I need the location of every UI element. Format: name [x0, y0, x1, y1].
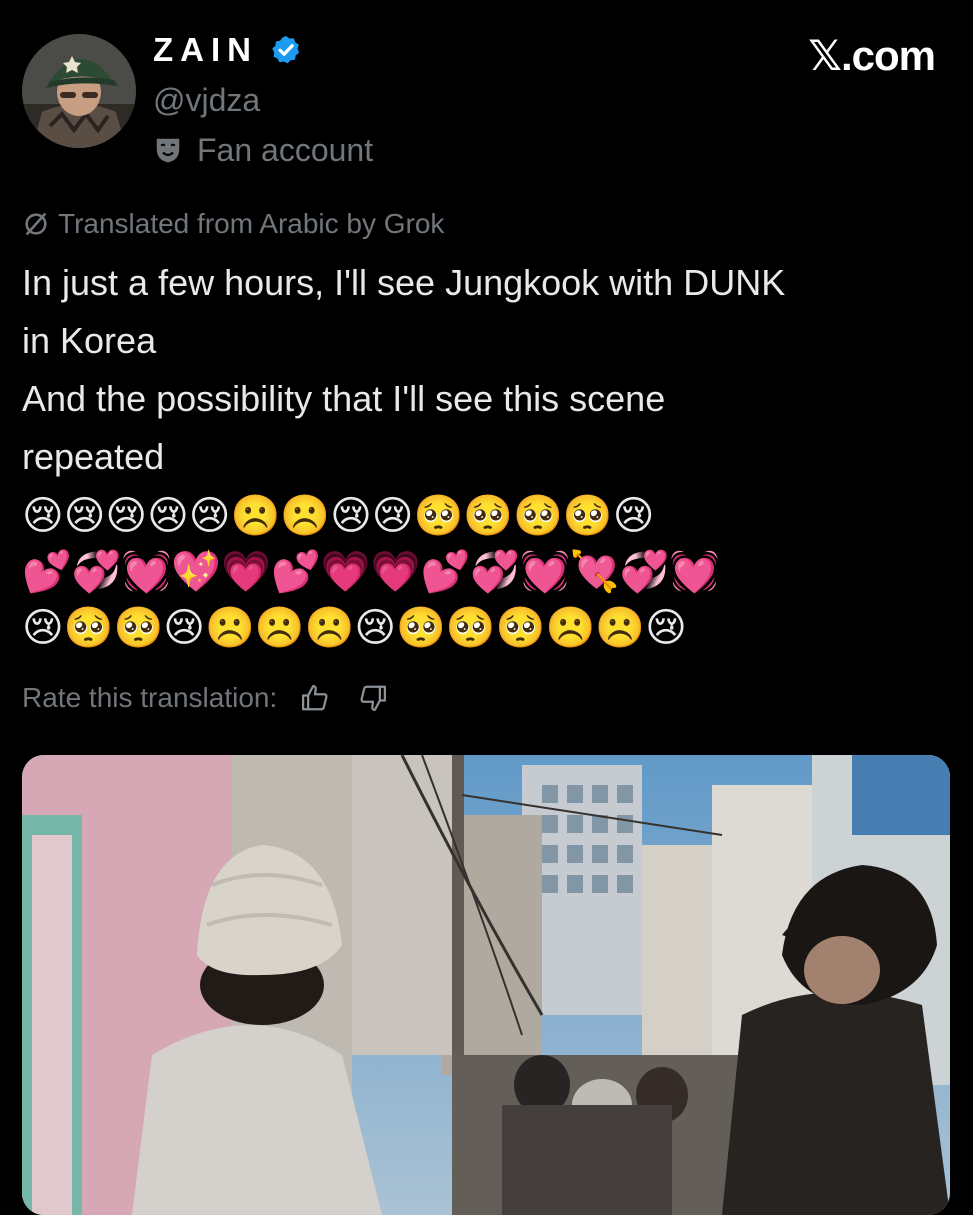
- thumbs-up-icon: [302, 685, 328, 711]
- display-name[interactable]: ZAIN: [153, 30, 258, 70]
- x-brand-logo: 𝕏.com: [808, 32, 936, 79]
- emoji-row: 💕💞💓💖💗💕💗💗💕💞💓💘💞💓: [22, 549, 720, 595]
- avatar[interactable]: [22, 34, 136, 148]
- rate-translation-label: Rate this translation:: [22, 682, 278, 713]
- thumbs-up-button[interactable]: [295, 678, 335, 718]
- tweet-text: In just a few hours, I'll see Jungkook w…: [22, 254, 952, 486]
- slashed-circle-icon: [25, 212, 47, 236]
- affiliation-label: Fan account: [197, 132, 374, 168]
- thumbs-down-button[interactable]: [353, 678, 393, 718]
- emoji-row: 😢😢😢😢😢☹️☹️😢😢🥺🥺🥺🥺😢: [22, 493, 655, 539]
- affiliation-label-row: Fan account: [153, 130, 373, 170]
- translation-note: Translated from Arabic by Grok: [22, 205, 444, 243]
- avatar-photo: [22, 34, 136, 148]
- tweet-media-video[interactable]: [22, 755, 950, 1215]
- rate-translation-row: Rate this translation:: [22, 678, 393, 718]
- translation-note-text: Translated from Arabic by Grok: [58, 208, 445, 239]
- verified-badge-icon: [272, 36, 300, 64]
- tweet-text-line: repeated: [22, 436, 165, 477]
- thumbs-down-icon: [360, 685, 387, 711]
- emoji-row: 😢🥺🥺😢☹️☹️☹️😢🥺🥺🥺☹️☹️😢: [22, 605, 687, 651]
- tweet-text-line: in Korea: [22, 320, 157, 361]
- video-thumbnail: [22, 755, 950, 1215]
- user-handle[interactable]: @vjdza: [153, 80, 260, 120]
- tweet-text-line: In just a few hours, I'll see Jungkook w…: [22, 262, 786, 303]
- theater-mask-icon: [156, 138, 180, 163]
- tweet-text-line: And the possibility that I'll see this s…: [22, 378, 666, 419]
